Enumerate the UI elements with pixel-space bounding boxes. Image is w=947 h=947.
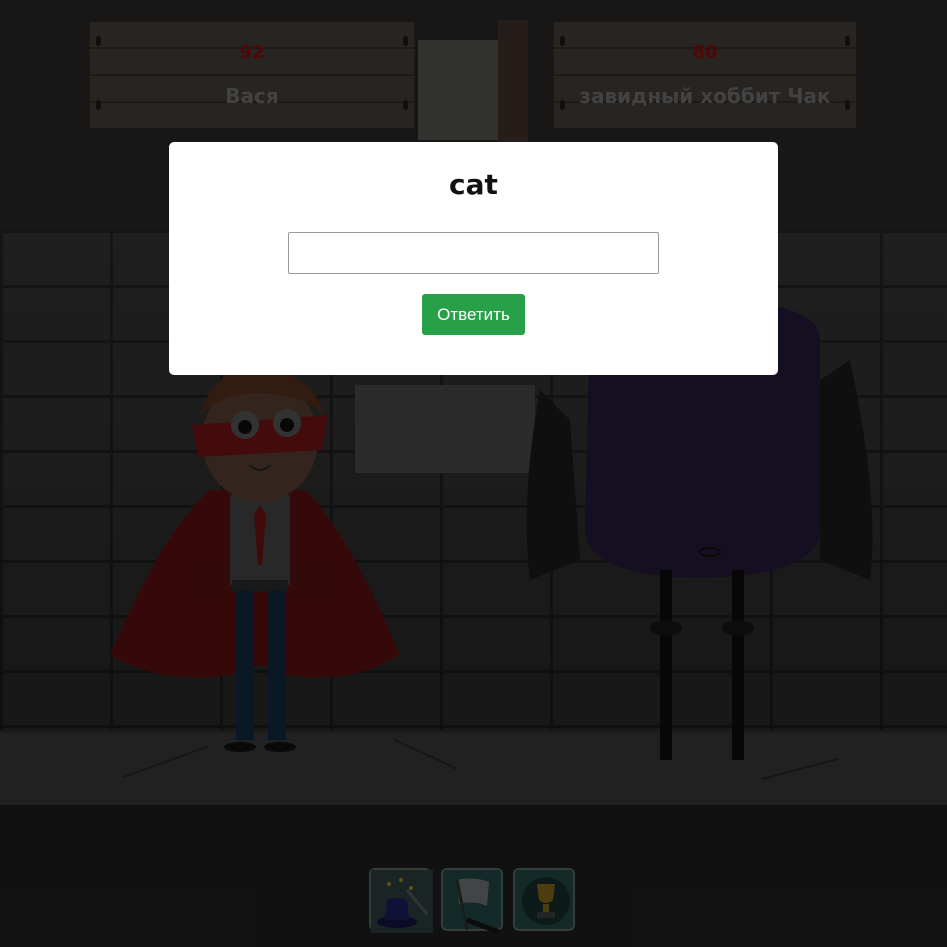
question-word: cat bbox=[449, 168, 498, 201]
answer-input[interactable] bbox=[288, 232, 659, 274]
answer-button[interactable]: Ответить bbox=[422, 294, 525, 335]
